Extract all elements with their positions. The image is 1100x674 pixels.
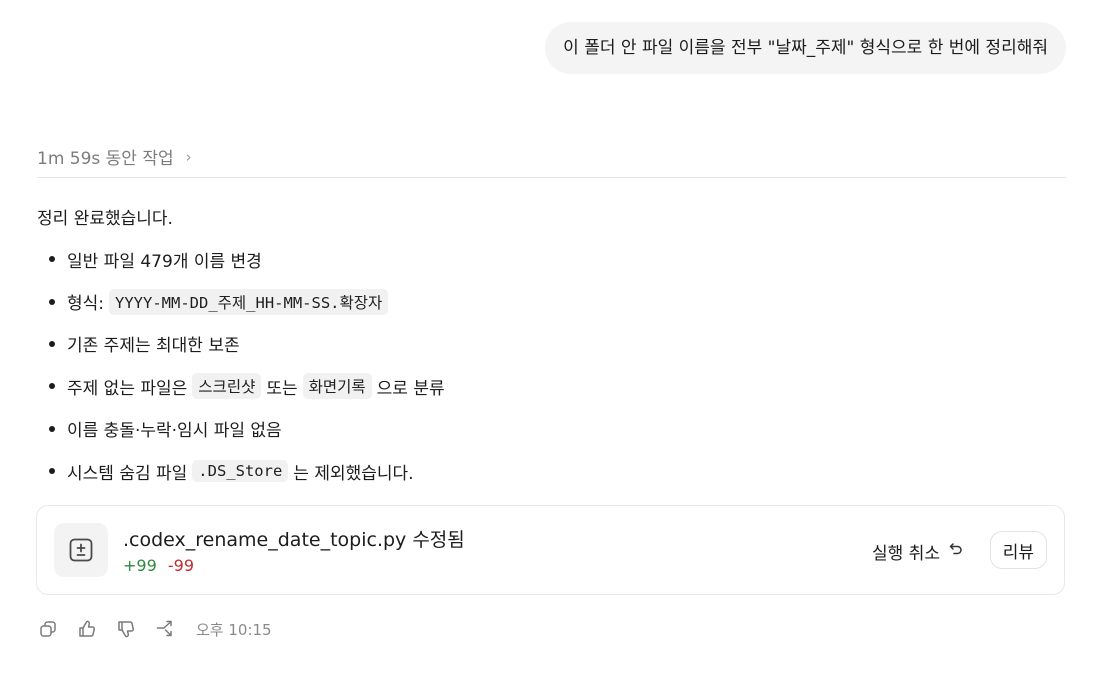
list-item: 형식: YYYY-MM-DD_주제_HH-MM-SS.확장자: [37, 280, 445, 322]
inline-code: .DS_Store: [192, 460, 289, 483]
message-timestamp: 오후 10:15: [196, 620, 272, 639]
work-duration-label: 1m 59s 동안 작업: [37, 149, 174, 169]
list-item: 일반 파일 479개 이름 변경: [37, 238, 445, 280]
undo-icon: [948, 541, 964, 562]
diff-file-icon: [54, 523, 108, 577]
bullet: [49, 298, 55, 305]
list-item-text: 는 제외했습니다.: [293, 463, 414, 484]
inline-code: YYYY-MM-DD_주제_HH-MM-SS.확장자: [109, 288, 389, 315]
assistant-summary: 정리 완료했습니다.: [37, 209, 173, 229]
list-item-text: 또는: [266, 378, 298, 399]
list-item: 기존 주제는 최대한 보존: [37, 323, 445, 365]
copy-icon[interactable]: [38, 617, 77, 641]
undo-button[interactable]: 실행 취소: [872, 539, 964, 564]
inline-code: 스크린샷: [192, 373, 262, 400]
bullet: [49, 340, 55, 347]
result-list: 일반 파일 479개 이름 변경 형식: YYYY-MM-DD_주제_HH-MM…: [37, 238, 445, 492]
additions-count: +99: [123, 556, 157, 575]
list-item: 주제 없는 파일은 스크린샷 또는 화면기록 으로 분류: [37, 365, 445, 407]
list-item-text: 형식:: [67, 294, 105, 315]
list-item-text: 기존 주제는 최대한 보존: [67, 336, 240, 357]
list-item-text: 시스템 숨김 파일: [67, 463, 188, 484]
diff-stats: +99 -99: [123, 556, 194, 575]
thumbs-up-icon[interactable]: [77, 617, 116, 641]
inline-code: 화면기록: [302, 373, 372, 400]
changed-file-name: .codex_rename_date_topic.py 수정됨: [123, 529, 465, 551]
message-actions: 오후 10:15: [38, 617, 272, 641]
list-item-text: 주제 없는 파일은: [67, 378, 188, 399]
user-message-text: 이 폴더 안 파일 이름을 전부 "날짜_주제" 형식으로 한 번에 정리해줘: [563, 38, 1048, 58]
thumbs-down-icon[interactable]: [116, 617, 155, 641]
deletions-count: -99: [167, 556, 194, 575]
bullet: [49, 425, 55, 432]
list-item: 이름 충돌·누락·임시 파일 없음: [37, 408, 445, 450]
divider: [37, 177, 1066, 178]
list-item-text: 으로 분류: [376, 378, 445, 399]
user-message-bubble: 이 폴더 안 파일 이름을 전부 "날짜_주제" 형식으로 한 번에 정리해줘: [545, 22, 1066, 74]
undo-label: 실행 취소: [872, 544, 940, 564]
list-item: 시스템 숨김 파일 .DS_Store 는 제외했습니다.: [37, 450, 445, 492]
review-button[interactable]: 리뷰: [989, 531, 1047, 569]
bullet: [49, 383, 55, 390]
file-change-card[interactable]: .codex_rename_date_topic.py 수정됨 +99 -99 …: [36, 505, 1065, 595]
work-duration-toggle[interactable]: 1m 59s 동안 작업 ›: [37, 144, 192, 170]
bullet: [49, 468, 55, 475]
bullet: [49, 256, 55, 263]
list-item-text: 이름 충돌·누락·임시 파일 없음: [67, 421, 282, 442]
list-item-text: 일반 파일 479개 이름 변경: [67, 251, 262, 272]
fork-icon[interactable]: [155, 617, 194, 641]
chevron-right-icon: ›: [185, 147, 192, 166]
